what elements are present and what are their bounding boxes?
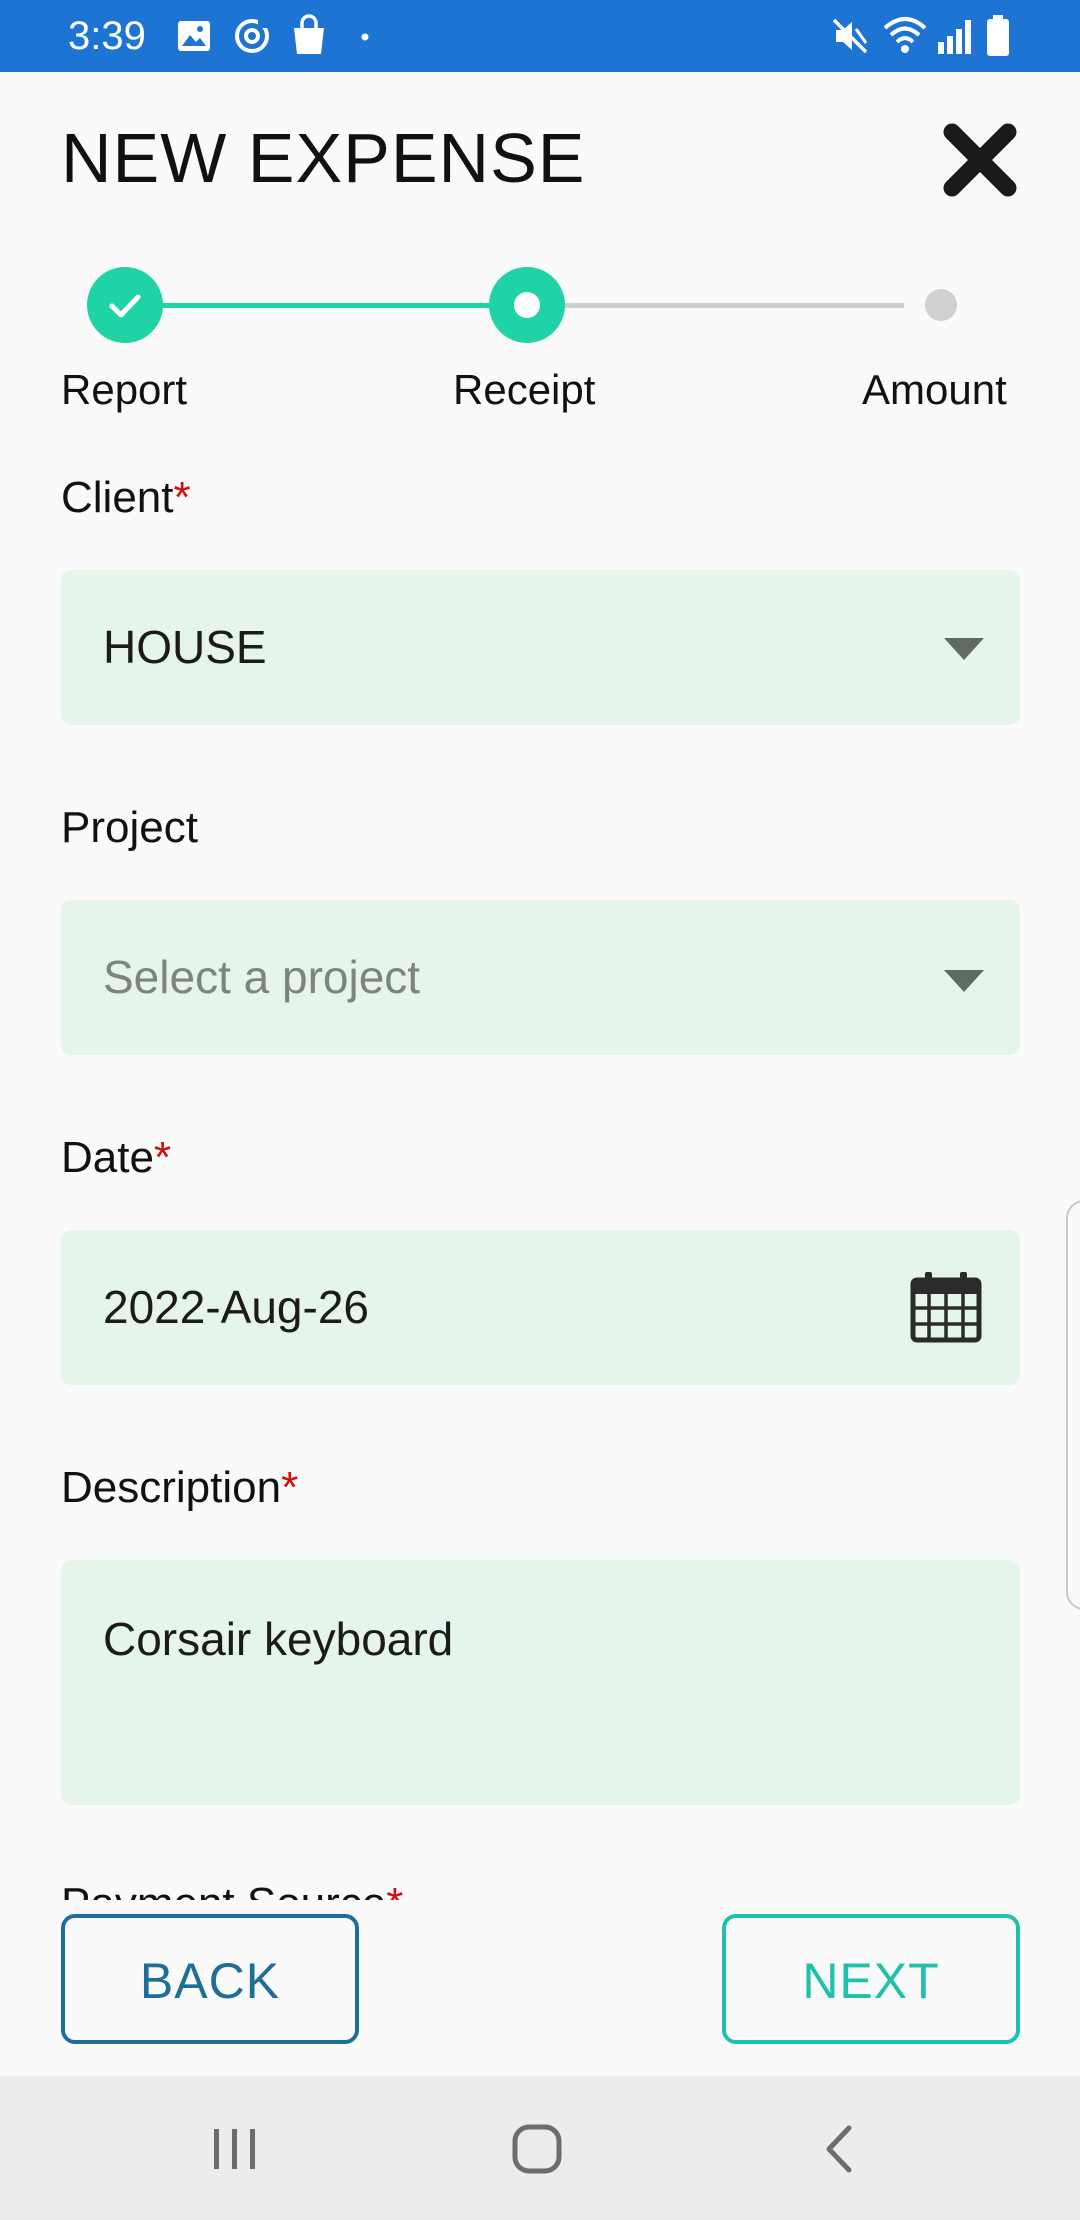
- required-marker: *: [281, 1463, 299, 1512]
- required-marker: *: [386, 1879, 403, 1900]
- close-button[interactable]: [940, 120, 1020, 200]
- sync-icon: [235, 18, 269, 53]
- wifi-icon: [883, 17, 927, 53]
- next-button[interactable]: NEXT: [722, 1914, 1020, 2044]
- project-label-text: Project: [61, 803, 198, 852]
- system-nav-bar: [0, 2076, 1080, 2220]
- edge-panel-handle[interactable]: [1066, 1200, 1080, 1610]
- project-label: Project: [61, 802, 198, 854]
- date-field[interactable]: 2022-Aug-26: [61, 1230, 1020, 1385]
- project-dropdown[interactable]: Select a project: [61, 900, 1020, 1055]
- description-textarea[interactable]: Corsair keyboard: [61, 1560, 1020, 1805]
- client-dropdown[interactable]: HOUSE: [61, 570, 1020, 725]
- date-label-text: Date: [61, 1133, 154, 1182]
- description-value: Corsair keyboard: [103, 1613, 454, 1665]
- dot-icon: [361, 33, 369, 41]
- required-marker: *: [153, 1133, 172, 1182]
- step-label-report: Report: [61, 366, 188, 413]
- project-placeholder: Select a project: [103, 951, 421, 1003]
- step-receipt-current-icon: [489, 267, 565, 343]
- status-time: 3:39: [68, 14, 146, 58]
- description-label: Description*: [61, 1462, 298, 1514]
- chevron-down-icon: [944, 638, 984, 660]
- mute-icon: [832, 18, 868, 54]
- back-icon[interactable]: [795, 2104, 885, 2194]
- battery-icon: [987, 15, 1009, 56]
- step-connector-completed: [162, 303, 492, 308]
- status-bar: 3:39: [0, 0, 1080, 72]
- recent-apps-icon[interactable]: [190, 2104, 280, 2194]
- chevron-down-icon: [944, 970, 984, 992]
- step-label-amount: Amount: [862, 366, 1007, 413]
- signal-icon: [938, 20, 971, 54]
- date-value: 2022-Aug-26: [103, 1281, 369, 1333]
- client-value: HOUSE: [103, 621, 267, 673]
- step-label-receipt: Receipt: [453, 366, 596, 413]
- payment-source-label-text: Payment Source: [61, 1879, 386, 1900]
- back-button[interactable]: BACK: [61, 1914, 359, 2044]
- step-amount-upcoming-icon: [925, 289, 957, 321]
- shopping-bag-icon: [294, 14, 324, 54]
- date-label: Date*: [61, 1132, 171, 1184]
- image-icon: [178, 21, 210, 51]
- required-marker: *: [173, 473, 191, 522]
- calendar-icon[interactable]: [909, 1270, 983, 1344]
- step-connector-upcoming: [562, 303, 904, 308]
- close-icon: [943, 123, 1017, 197]
- step-report-complete-icon: [87, 267, 163, 343]
- page-title: NEW EXPENSE: [61, 119, 586, 197]
- payment-source-label: Payment Source*: [61, 1878, 403, 1900]
- home-icon[interactable]: [492, 2104, 582, 2194]
- description-label-text: Description: [61, 1463, 282, 1512]
- client-label: Client*: [61, 472, 191, 524]
- client-label-text: Client: [61, 473, 174, 522]
